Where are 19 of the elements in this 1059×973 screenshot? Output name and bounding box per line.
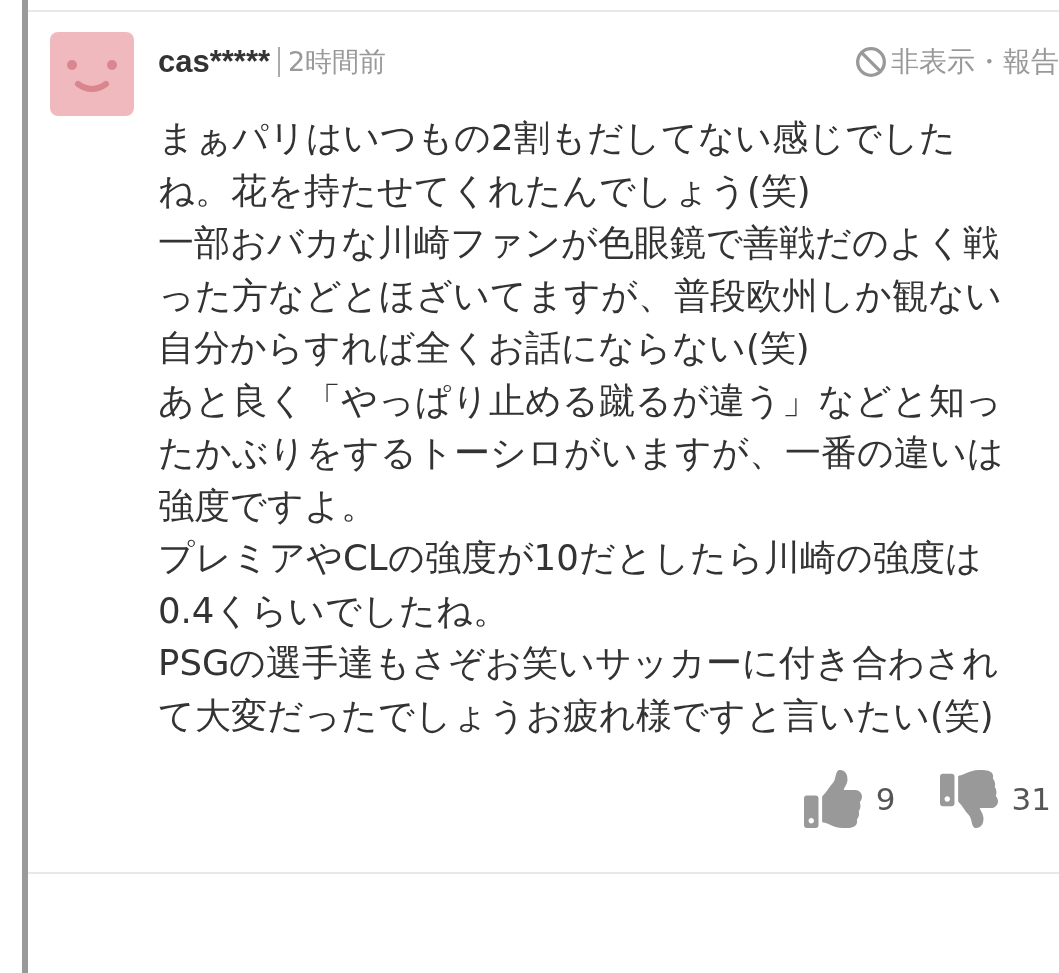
- thumbs-down-icon[interactable]: [939, 770, 998, 828]
- comment-line: て大変だったでしょうお疲れ様ですと言いたい(笑): [158, 693, 995, 738]
- comment-line: 自分からすれば全くお話にならない(笑): [158, 326, 811, 370]
- comment-line: たかぶりをするトーシロがいますが、一番の違いは: [158, 431, 1005, 475]
- comment-line: ね。花を持たせてくれたんでしょう(笑): [158, 168, 812, 213]
- comment-line: PSGの選手達もさぞお笑いサッカーに付き合わされ: [158, 641, 1001, 685]
- comment-line: 0.4くらいでしたね。: [158, 588, 511, 633]
- comment-line: プレミアやCLの強度が10だとしたら川崎の強度は: [158, 536, 983, 580]
- post-time: 2時間前: [288, 45, 387, 79]
- thumbs-up-icon[interactable]: [803, 770, 862, 828]
- username[interactable]: cas*****: [158, 44, 271, 80]
- comment-line: 一部おバカな川崎ファンが色眼鏡で善戦だのよく戦: [158, 221, 1000, 265]
- comment-line: まぁパリはいつもの2割もだしてない感じでした: [158, 116, 957, 160]
- like-count: 9: [875, 781, 896, 817]
- comment-line: あと良く「やっぱり止める蹴るが違う」などと知っ: [158, 378, 1003, 423]
- hide-icon[interactable]: [855, 46, 887, 78]
- comment-line: 強度ですよ。: [158, 483, 378, 528]
- comment-line: った方などとほざいてますが、普段欧州しか観ない: [158, 273, 1003, 318]
- dislike-count: 31: [1011, 781, 1051, 817]
